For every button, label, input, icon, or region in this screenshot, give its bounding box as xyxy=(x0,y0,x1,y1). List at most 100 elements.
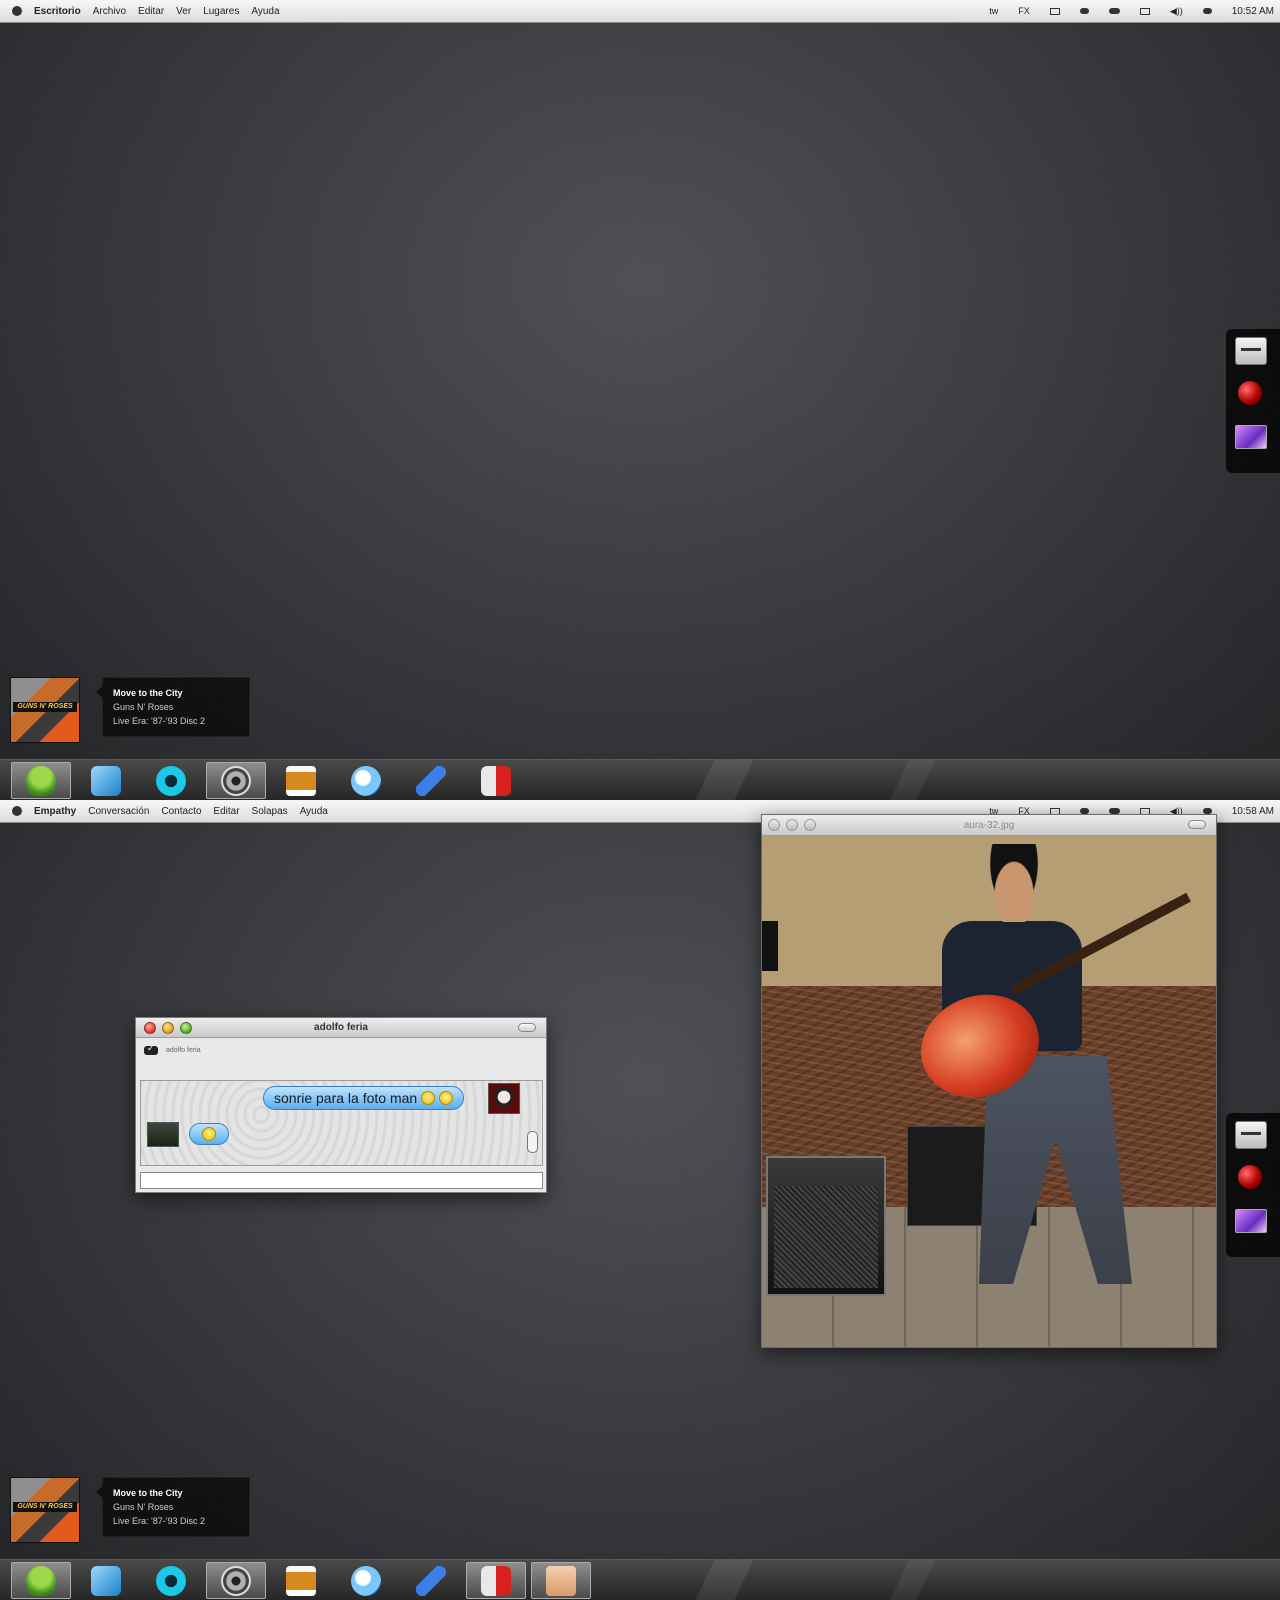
app-menu[interactable]: Empathy xyxy=(34,806,76,817)
bomb-icon[interactable] xyxy=(1238,1165,1262,1189)
photo-sign xyxy=(762,921,778,971)
minimize-button[interactable] xyxy=(786,819,798,831)
zoom-button[interactable] xyxy=(180,1021,192,1034)
dock-item-itunes[interactable] xyxy=(336,1562,396,1599)
mail-icon[interactable] xyxy=(1049,7,1060,15)
menu-ayuda[interactable]: Ayuda xyxy=(251,6,279,17)
wallpaper-icon[interactable] xyxy=(1235,1209,1267,1233)
clock[interactable]: 10:52 AM xyxy=(1232,6,1274,17)
zoom-button[interactable] xyxy=(804,819,816,831)
pidgin-icon xyxy=(26,1565,56,1596)
contact-header: adolfo feria xyxy=(136,1038,546,1062)
dock-item-itunes[interactable] xyxy=(336,762,396,799)
dock-item-webcam[interactable] xyxy=(141,762,201,799)
track-artist: Guns N' Roses xyxy=(113,702,174,712)
menu-solapas[interactable]: Solapas xyxy=(252,806,288,817)
grin-emoticon-icon xyxy=(202,1127,216,1141)
grin-emoticon-icon xyxy=(439,1091,454,1105)
dock-item-webcam[interactable] xyxy=(141,1562,201,1599)
menu-lugares[interactable]: Lugares xyxy=(203,6,239,17)
track-info: Move to the City Guns N' Roses Live Era:… xyxy=(96,1477,250,1537)
feather-icon xyxy=(416,765,446,796)
feather-icon xyxy=(416,1565,446,1596)
volume-icon[interactable]: ◀)) xyxy=(1170,6,1183,17)
menu-conversacion[interactable]: Conversación xyxy=(88,806,149,817)
dock-item-finder[interactable] xyxy=(466,762,526,799)
bomb-icon[interactable] xyxy=(1238,381,1262,405)
dock-item-camera[interactable] xyxy=(206,1562,266,1599)
close-button[interactable] xyxy=(768,819,780,831)
battery-icon[interactable] xyxy=(1139,7,1150,15)
dock-item-camera[interactable] xyxy=(206,762,266,799)
tray-fx[interactable]: FX xyxy=(1018,6,1030,16)
chat-status-icon[interactable] xyxy=(1202,8,1212,14)
drive-icon[interactable] xyxy=(1235,1121,1267,1149)
minimize-button[interactable] xyxy=(162,1021,174,1034)
track-title: Move to the City xyxy=(113,688,183,698)
album-art: GUNS N' ROSES xyxy=(10,677,80,743)
album-art: GUNS N' ROSES xyxy=(10,1477,80,1543)
twitter-client-icon xyxy=(91,765,121,796)
side-drawer xyxy=(1226,1113,1280,1257)
dock-item-finder[interactable] xyxy=(466,1562,526,1599)
toolbar-toggle-button[interactable] xyxy=(518,1023,536,1032)
conversation-view[interactable]: sonrie para la foto man xyxy=(140,1080,543,1166)
dock-item-twitter[interactable] xyxy=(76,762,136,799)
pidgin-icon xyxy=(26,765,56,796)
dock-item-pidgin[interactable] xyxy=(11,762,71,799)
menu-bar: Escritorio Archivo Editar Ver Lugares Ay… xyxy=(0,0,1280,23)
whiskey-icon xyxy=(286,1565,316,1596)
album-art-text: GUNS N' ROSES xyxy=(13,702,77,712)
contact-name: adolfo feria xyxy=(166,1046,201,1054)
eye-of-gnome-icon xyxy=(546,1565,576,1596)
toolbar-toggle-button[interactable] xyxy=(1188,820,1206,829)
menu-editar[interactable]: Editar xyxy=(138,6,164,17)
side-drawer xyxy=(1226,329,1280,473)
system-menu-icon[interactable] xyxy=(12,6,22,16)
tray-tw[interactable]: tw xyxy=(989,6,998,16)
dock-item-pidgin[interactable] xyxy=(11,1562,71,1599)
contact-status-icon xyxy=(144,1043,158,1055)
message-bubble-incoming xyxy=(189,1123,229,1145)
window-title: adolfo feria xyxy=(314,1022,368,1033)
chat-window-titlebar[interactable]: adolfo feria xyxy=(136,1018,546,1038)
dock-item-twitter[interactable] xyxy=(76,1562,136,1599)
scrollbar[interactable] xyxy=(527,1131,538,1153)
headset-icon[interactable] xyxy=(1079,8,1089,14)
webcam-icon xyxy=(156,1565,186,1596)
clock[interactable]: 10:58 AM xyxy=(1232,806,1274,817)
twitter-client-icon xyxy=(91,1565,121,1596)
message-input[interactable] xyxy=(140,1172,543,1189)
photo-amplifier xyxy=(766,1156,886,1296)
close-button[interactable] xyxy=(144,1021,156,1034)
now-playing-widget: GUNS N' ROSES Move to the City Guns N' R… xyxy=(10,677,250,745)
menu-contacto[interactable]: Contacto xyxy=(161,806,201,817)
dock-item-image-viewer[interactable] xyxy=(531,1562,591,1599)
cloud-icon[interactable] xyxy=(1108,8,1120,14)
dock-item-feather[interactable] xyxy=(401,1562,461,1599)
app-menu[interactable]: Escritorio xyxy=(34,6,81,17)
dock xyxy=(0,759,1280,800)
menu-ayuda[interactable]: Ayuda xyxy=(300,806,328,817)
whiskey-icon xyxy=(286,765,316,796)
drive-icon[interactable] xyxy=(1235,337,1267,365)
menu-ver[interactable]: Ver xyxy=(176,6,191,17)
dock-item-whiskey[interactable] xyxy=(271,1562,331,1599)
grin-emoticon-icon xyxy=(421,1091,436,1105)
image-window-titlebar[interactable]: aura-32.jpg xyxy=(762,815,1216,836)
dock-item-feather[interactable] xyxy=(401,762,461,799)
message-text: sonrie para la foto man xyxy=(274,1090,418,1106)
menu-editar[interactable]: Editar xyxy=(213,806,239,817)
dock-item-whiskey[interactable] xyxy=(271,762,331,799)
photo-person-head xyxy=(984,844,1044,922)
track-album: Live Era: '87-'93 Disc 2 xyxy=(113,1516,205,1526)
album-art-text: GUNS N' ROSES xyxy=(13,1502,77,1512)
finder-icon xyxy=(481,765,511,796)
wallpaper-icon[interactable] xyxy=(1235,425,1267,449)
desktop-screen: Empathy Conversación Contacto Editar Sol… xyxy=(0,800,1280,1600)
track-info: Move to the City Guns N' Roses Live Era:… xyxy=(96,677,250,737)
itunes-icon xyxy=(351,1565,381,1596)
system-menu-icon[interactable] xyxy=(12,806,22,816)
avatar xyxy=(488,1083,520,1114)
menu-archivo[interactable]: Archivo xyxy=(93,6,126,17)
